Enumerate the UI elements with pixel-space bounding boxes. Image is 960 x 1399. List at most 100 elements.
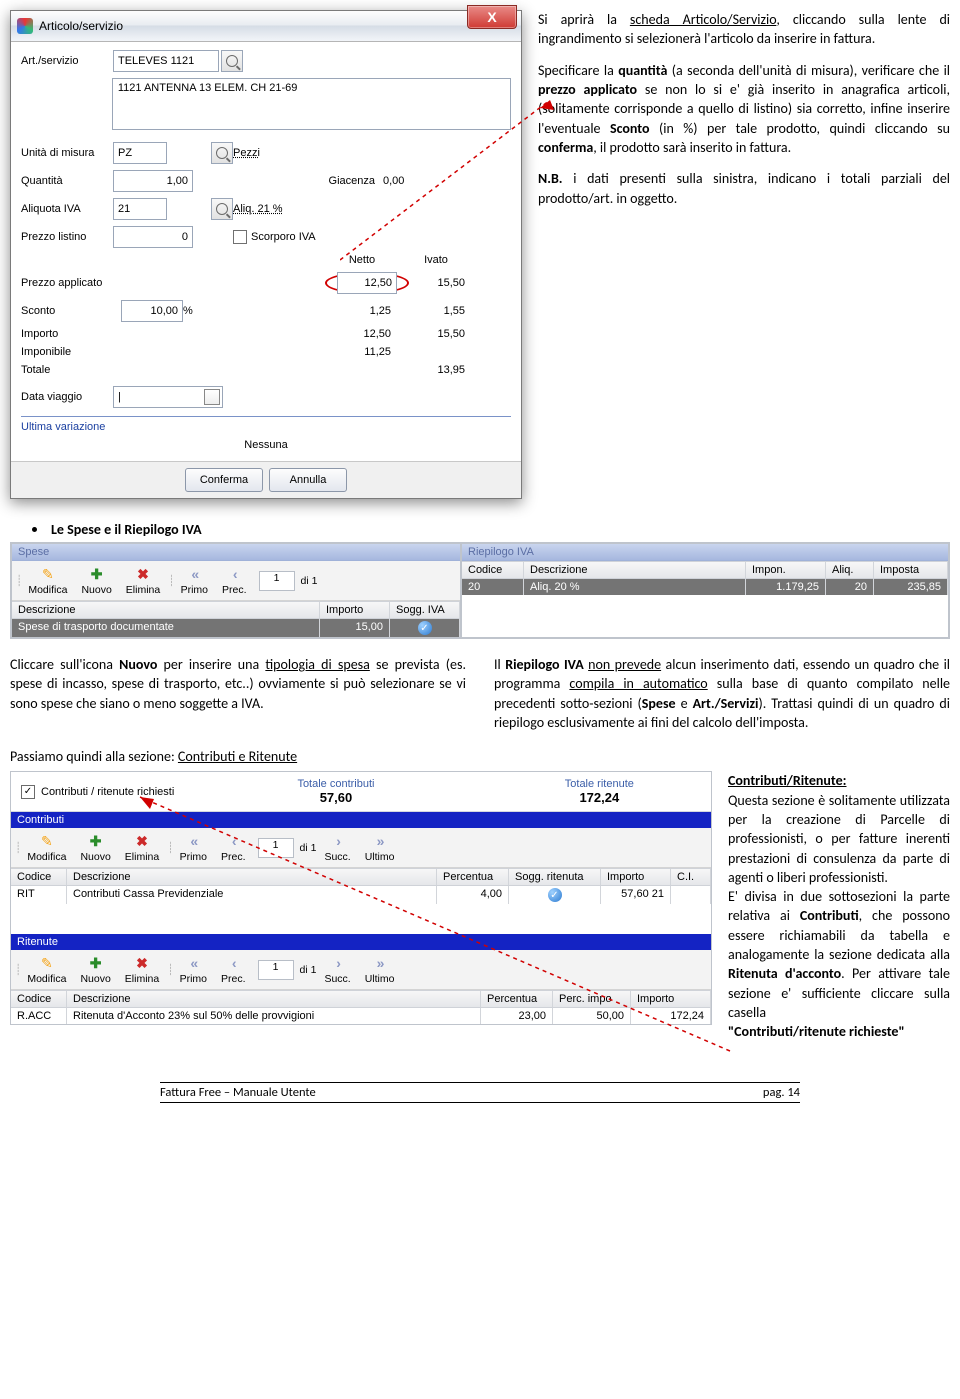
prezzo-applicato-highlight: 12,50 (325, 272, 409, 294)
totale-contributi-val: 57,60 (234, 790, 437, 805)
modifica-button[interactable]: ✎Modifica (21, 830, 72, 865)
totale-ritenute-val: 172,24 (498, 790, 701, 805)
um-label: Unità di misura (21, 147, 113, 159)
art-desc-textarea[interactable]: 1121 ANTENNA 13 ELEM. CH 21-69 (112, 78, 511, 130)
page-total: di 1 (301, 575, 318, 587)
col-percentuale: Percentua (437, 869, 509, 885)
sconto-ivato: 1,55 (399, 305, 473, 317)
elimina-button[interactable]: ✖Elimina (120, 563, 166, 598)
page-input[interactable]: 1 (259, 571, 295, 591)
plist-input[interactable]: 0 (113, 226, 193, 248)
annulla-button[interactable]: Annulla (269, 468, 347, 492)
prec-button[interactable]: ‹Prec. (215, 830, 252, 865)
prec-button[interactable]: ‹Prec. (215, 952, 252, 987)
nuovo-button[interactable]: ✚Nuovo (75, 563, 117, 598)
netto-header: Netto (325, 254, 399, 266)
iva-input[interactable]: 21 (113, 198, 167, 220)
modifica-button[interactable]: ✎Modifica (22, 563, 73, 598)
contributi-bar: Contributi (11, 812, 711, 828)
col-importo: Importo (601, 869, 671, 885)
ultimo-button[interactable]: »Ultimo (359, 952, 401, 987)
succ-button[interactable]: ›Succ. (318, 830, 356, 865)
panel-spese-title: Spese (12, 544, 460, 561)
col-importo: Importo (320, 602, 390, 618)
papp-netto-input[interactable]: 12,50 (337, 272, 397, 294)
ultima-variazione-label: Ultima variazione (21, 416, 511, 433)
search-icon[interactable] (221, 50, 243, 72)
panel-spese: Spese ┊ ✎Modifica ✚Nuovo ✖Elimina ┊ «Pri… (11, 543, 461, 638)
um-input[interactable]: PZ (113, 142, 167, 164)
col-descrizione: Descrizione (524, 562, 746, 578)
table-row[interactable]: R.ACC Ritenuta d'Acconto 23% sul 50% del… (11, 1008, 711, 1024)
primo-button[interactable]: «Primo (174, 952, 213, 987)
page-input[interactable]: 1 (258, 960, 294, 980)
imponibile-val: 11,25 (325, 346, 399, 358)
page-footer: Fattura Free – Manuale Utente pag. 14 (10, 1082, 950, 1103)
table-row[interactable]: RIT Contributi Cassa Previdenziale 4,00 … (11, 886, 711, 904)
sconto-input[interactable]: 10,00 (121, 300, 183, 322)
description-column: Si aprirà la scheda Articolo/Servizio, c… (538, 10, 950, 220)
conferma-button[interactable]: Conferma (185, 468, 263, 492)
page-total: di 1 (300, 842, 317, 854)
section-spese-riepilogo: Le Spese e il Riepilogo IVA (10, 521, 950, 538)
qta-input[interactable]: 1,00 (113, 170, 193, 192)
ultimo-button[interactable]: »Ultimo (359, 830, 401, 865)
elimina-button[interactable]: ✖Elimina (119, 830, 165, 865)
page-input[interactable]: 1 (258, 838, 294, 858)
col-codice: Codice (11, 991, 67, 1007)
grip-icon: ┊ (16, 575, 20, 587)
table-row[interactable]: Spese di trasporto documentate 15,00 ✓ (12, 619, 460, 637)
panel-contributi-ritenute: ✓ Contributi / ritenute richiesti Totale… (10, 771, 712, 1025)
col-percentuale: Percentua (481, 991, 553, 1007)
nuovo-button[interactable]: ✚Nuovo (74, 952, 116, 987)
sconto-netto: 1,25 (325, 305, 399, 317)
iva-label: Aliquota IVA (21, 203, 113, 215)
plist-label: Prezzo listino (21, 231, 113, 243)
ultima-variazione-val: Nessuna (21, 433, 511, 457)
qta-label: Quantità (21, 175, 113, 187)
articolo-servizio-dialog: Articolo/servizio X Art./servizio TELEVE… (10, 10, 522, 499)
passiamo-line: Passiamo quindi alla sezione: Contributi… (10, 748, 950, 765)
modifica-button[interactable]: ✎Modifica (21, 952, 72, 987)
primo-button[interactable]: «Primo (174, 830, 213, 865)
col-sogg-ritenuta: Sogg. ritenuta (509, 869, 601, 885)
col-sogg-iva: Sogg. IVA (390, 602, 460, 618)
col-descrizione: Descrizione (67, 991, 481, 1007)
grip-icon: ┊ (15, 842, 19, 854)
art-code-input[interactable]: TELEVES 1121 (113, 50, 219, 72)
contributi-ritenute-checkbox[interactable]: ✓ Contributi / ritenute richiesti (21, 785, 174, 799)
spese-riepilogo-panels: Spese ┊ ✎Modifica ✚Nuovo ✖Elimina ┊ «Pri… (10, 542, 950, 639)
elimina-button[interactable]: ✖Elimina (119, 952, 165, 987)
importo-ivato: 15,50 (399, 328, 473, 340)
search-icon[interactable] (211, 198, 233, 220)
calendar-icon[interactable] (204, 389, 220, 405)
grip-icon: ┊ (167, 842, 171, 854)
check-icon: ✓ (548, 888, 562, 902)
data-viaggio-input[interactable]: | (113, 386, 223, 408)
totale-contributi-label: Totale contributi (234, 778, 437, 790)
check-icon: ✓ (418, 621, 432, 635)
search-icon[interactable] (211, 142, 233, 164)
succ-button[interactable]: ›Succ. (318, 952, 356, 987)
sconto-label: Sconto (21, 305, 121, 317)
totale-ritenute-label: Totale ritenute (498, 778, 701, 790)
scorporo-checkbox[interactable]: Scorporo IVA (233, 230, 383, 244)
table-row[interactable]: 20 Aliq. 20 % 1.179,25 20 235,85 (462, 579, 948, 595)
nuovo-button[interactable]: ✚Nuovo (74, 830, 116, 865)
primo-button[interactable]: «Primo (175, 563, 214, 598)
prec-button[interactable]: ‹Prec. (216, 563, 253, 598)
col-impon: Impon. (746, 562, 826, 578)
col-aliq: Aliq. (826, 562, 874, 578)
imponibile-label: Imponibile (21, 346, 121, 358)
col-ci: C.I. (671, 869, 711, 885)
importo-netto: 12,50 (325, 328, 399, 340)
grip-icon: ┊ (168, 575, 172, 587)
grip-icon: ┊ (167, 964, 171, 976)
papp-ivato: 15,50 (399, 277, 473, 289)
ivato-header: Ivato (399, 254, 473, 266)
close-icon[interactable]: X (467, 5, 517, 29)
footer-right: pag. 14 (763, 1085, 800, 1100)
page-total: di 1 (300, 964, 317, 976)
dialog-title: Articolo/servizio (39, 19, 521, 33)
grip-icon: ┊ (15, 964, 19, 976)
